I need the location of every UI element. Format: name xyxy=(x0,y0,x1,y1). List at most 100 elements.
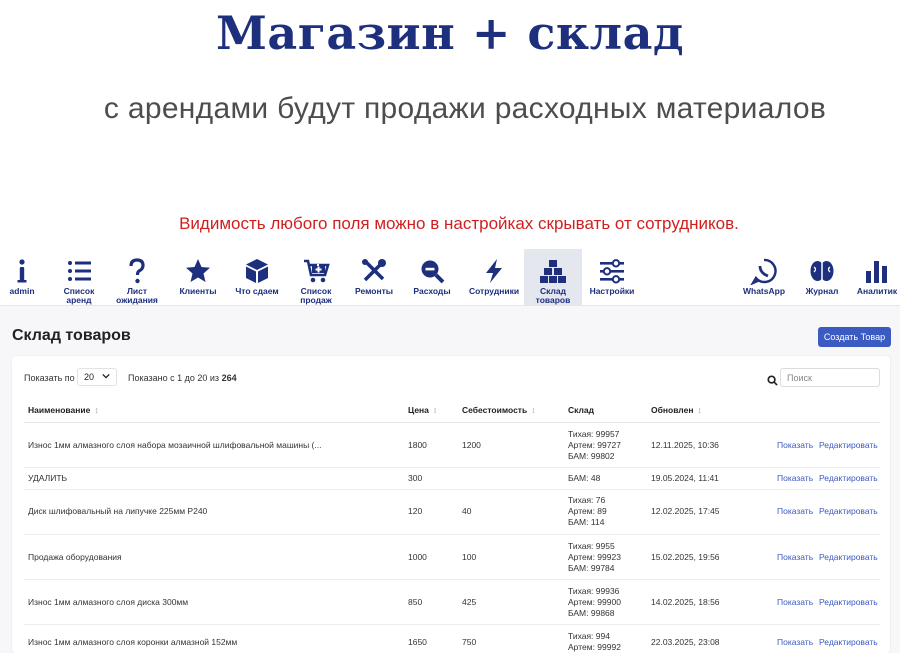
nav-item-10[interactable]: Настройки xyxy=(582,249,642,305)
nav-item-label: Ремонты xyxy=(355,286,393,296)
stock-entry: БАМ: 48 xyxy=(568,472,601,483)
product-name: Износ 1мм алмазного слоя диска 300мм xyxy=(28,597,189,607)
sort-icon: ↕ xyxy=(94,405,99,415)
show-link[interactable]: Показать xyxy=(777,597,813,607)
updated-at: 22.03.2025, 23:08 xyxy=(651,637,720,647)
stock-entry: Тихая: 76 xyxy=(568,494,606,505)
column-header-label: Цена xyxy=(408,405,429,415)
product-price: 300 xyxy=(408,473,423,483)
nav-item-8[interactable]: Сотрудники xyxy=(464,249,524,305)
nav-item-2[interactable]: Лист ожидания xyxy=(108,249,166,305)
stock-entry: Артем: 99992 xyxy=(568,642,621,652)
column-header[interactable]: Себестоимость ↕ xyxy=(462,405,535,415)
row-divider xyxy=(24,467,880,468)
product-name: Диск шлифовальный на липучке 225мм P240 xyxy=(28,506,208,516)
stock-entry: БАМ: 99784 xyxy=(568,562,615,573)
edit-link[interactable]: Редактировать xyxy=(819,440,878,450)
per-page-value: 20 xyxy=(84,372,95,382)
nav-item-0[interactable]: admin xyxy=(0,249,44,305)
nav-item-9[interactable]: Склад товаров xyxy=(524,249,582,305)
sort-icon: ↕ xyxy=(432,405,438,415)
product-price: 1000 xyxy=(408,552,427,562)
column-header-label: Обновлен xyxy=(651,405,694,415)
stock-entry: Артем: 99923 xyxy=(568,551,621,562)
nav-item-11[interactable]: WhatsApp xyxy=(738,249,790,305)
list-icon xyxy=(65,249,93,285)
nav-item-12[interactable]: Журнал xyxy=(796,249,848,305)
stock-entry: Артем: 99727 xyxy=(568,439,621,450)
row-divider xyxy=(24,534,880,535)
hero-subtitle: с арендами будут продажи расходных матер… xyxy=(103,92,827,125)
stock-entry: БАМ: 99802 xyxy=(568,450,615,461)
nav-item-5[interactable]: Список продаж xyxy=(288,249,344,305)
info-icon xyxy=(8,249,36,285)
edit-link[interactable]: Редактировать xyxy=(819,473,878,483)
column-header[interactable]: Обновлен ↕ xyxy=(651,405,702,415)
stock-entry: Тихая: 99957 xyxy=(568,428,620,439)
visibility-notice: Видимость любого поля можно в настройках… xyxy=(179,214,739,233)
nav-item-label: Что сдаем xyxy=(235,286,279,296)
table-card xyxy=(12,356,890,653)
question-icon xyxy=(123,249,151,285)
showing-prefix: Показано с 1 до 20 из xyxy=(128,373,220,383)
column-header-label: Себестоимость xyxy=(462,405,528,415)
stock-entry: Тихая: 99936 xyxy=(568,585,620,596)
total-count: 264 xyxy=(221,373,237,383)
bolt-icon xyxy=(480,249,508,285)
boxes-icon xyxy=(539,249,567,285)
search-input[interactable] xyxy=(780,368,880,387)
top-navbar: admin Список аренд Лист ожидания Клиенты Что… xyxy=(0,249,900,306)
column-header[interactable]: Цена ↕ xyxy=(408,405,437,415)
nav-item-label: Расходы xyxy=(413,286,451,296)
product-price: 1800 xyxy=(408,440,427,450)
nav-item-3[interactable]: Клиенты xyxy=(168,249,228,305)
nav-item-13[interactable]: Аналитик xyxy=(854,249,900,305)
tools-icon xyxy=(360,249,388,285)
updated-at: 12.11.2025, 10:36 xyxy=(651,440,719,450)
nav-item-label: WhatsApp xyxy=(742,286,786,296)
product-name: Износ 1мм алмазного слоя коронки алмазно… xyxy=(28,637,238,647)
zoom-out-icon xyxy=(418,249,446,285)
product-cost: 750 xyxy=(462,637,477,647)
product-cost: 100 xyxy=(462,552,477,562)
product-price: 120 xyxy=(408,506,423,516)
row-divider xyxy=(24,579,880,580)
sort-icon: ↕ xyxy=(697,405,702,415)
cart-icon xyxy=(302,249,330,285)
create-product-button[interactable]: Создать Товар xyxy=(818,327,891,347)
show-link[interactable]: Показать xyxy=(777,552,813,562)
product-price: 850 xyxy=(408,597,423,607)
showing-summary: Показано с 1 до 20 из 264 xyxy=(128,373,237,383)
product-cost: 425 xyxy=(462,597,477,607)
show-link[interactable]: Показать xyxy=(777,473,813,483)
nav-item-label: Склад товаров xyxy=(535,286,571,305)
edit-link[interactable]: Редактировать xyxy=(819,637,878,647)
edit-link[interactable]: Редактировать xyxy=(819,506,878,516)
per-page-label: Показать по xyxy=(24,373,75,383)
show-link[interactable]: Показать xyxy=(777,506,813,516)
show-link[interactable]: Показать xyxy=(777,637,813,647)
nav-item-label: Аналитик xyxy=(856,286,898,296)
column-header[interactable]: Склад xyxy=(568,405,594,415)
bar-chart-icon xyxy=(863,249,891,285)
product-price: 1650 xyxy=(408,637,427,647)
nav-item-label: Клиенты xyxy=(179,286,217,296)
stock-entry: Артем: 99900 xyxy=(568,596,621,607)
edit-link[interactable]: Редактировать xyxy=(819,552,878,562)
column-header-label: Наименование xyxy=(28,405,91,415)
page-title: Склад товаров xyxy=(12,327,131,344)
nav-item-label: Настройки xyxy=(589,286,635,296)
nav-item-1[interactable]: Список аренд xyxy=(54,249,104,305)
product-name: Продажа оборудования xyxy=(28,552,122,562)
column-header[interactable]: Наименование ↕ xyxy=(28,405,99,415)
edit-link[interactable]: Редактировать xyxy=(819,597,878,607)
nav-item-4[interactable]: Что сдаем xyxy=(228,249,286,305)
updated-at: 19.05.2024, 11:41 xyxy=(651,473,719,483)
updated-at: 15.02.2025, 19:56 xyxy=(651,552,720,562)
stock-entry: Тихая: 9955 xyxy=(568,540,615,551)
per-page-select[interactable]: 20 xyxy=(77,368,117,386)
nav-item-7[interactable]: Расходы xyxy=(404,249,460,305)
show-link[interactable]: Показать xyxy=(777,440,813,450)
brain-icon xyxy=(808,249,836,285)
nav-item-6[interactable]: Ремонты xyxy=(346,249,402,305)
